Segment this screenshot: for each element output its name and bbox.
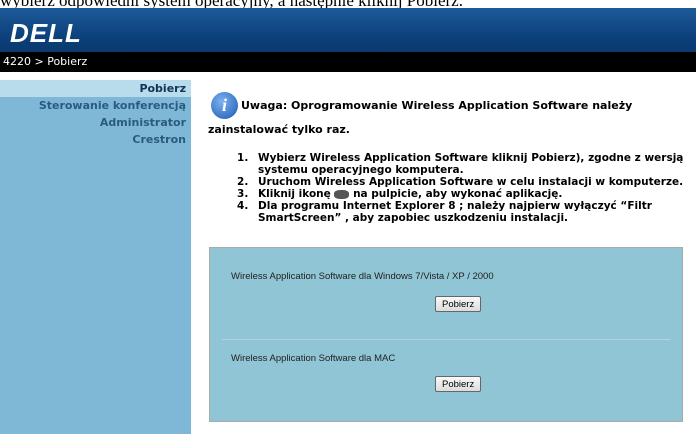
- step-1: Wybierz Wireless Application Software kl…: [252, 152, 685, 176]
- sidebar-item-crestron[interactable]: Crestron: [0, 131, 191, 148]
- step-4: Dla programu Internet Explorer 8 ; należ…: [252, 200, 685, 224]
- mac-download-label: Wireless Application Software dla MAC: [231, 353, 396, 364]
- header-banner: DELL: [0, 8, 696, 52]
- notice: i Uwaga: Oprogramowanie Wireless Applica…: [205, 92, 685, 119]
- dell-logo: DELL: [10, 18, 82, 48]
- step-3-text-a: Kliknij ikonę: [258, 188, 331, 200]
- step-3-text-b: na pulpicie, aby wykonać aplikację.: [353, 188, 563, 200]
- sidebar-item-administrator[interactable]: Administrator: [0, 114, 191, 131]
- windows-download-label: Wireless Application Software dla Window…: [231, 271, 494, 282]
- sidebar-item-pobierz[interactable]: Pobierz: [0, 80, 191, 97]
- notice-text: Uwaga: Oprogramowanie Wireless Applicati…: [241, 99, 633, 112]
- step-3: Kliknij ikonę na pulpicie, aby wykonać a…: [252, 188, 685, 200]
- sidebar-item-sterowanie-konferencja[interactable]: Sterowanie konferencją: [0, 97, 191, 114]
- wireless-app-icon: [334, 189, 350, 199]
- main-content: i Uwaga: Oprogramowanie Wireless Applica…: [205, 92, 685, 224]
- divider: [222, 339, 670, 340]
- breadcrumb-text: 4220 > Pobierz: [3, 55, 88, 68]
- step-2: Uruchom Wireless Application Software w …: [252, 176, 685, 188]
- sidebar: Pobierz Sterowanie konferencją Administr…: [0, 80, 191, 434]
- info-icon: i: [211, 92, 238, 119]
- download-mac-button[interactable]: Pobierz: [435, 376, 482, 392]
- notice-text-continued: zainstalować tylko raz.: [208, 123, 350, 136]
- install-steps: Wybierz Wireless Application Software kl…: [205, 152, 685, 224]
- download-windows-button[interactable]: Pobierz: [435, 296, 482, 312]
- breadcrumb: 4220 > Pobierz: [0, 52, 696, 72]
- download-panel: Wireless Application Software dla Window…: [209, 247, 683, 422]
